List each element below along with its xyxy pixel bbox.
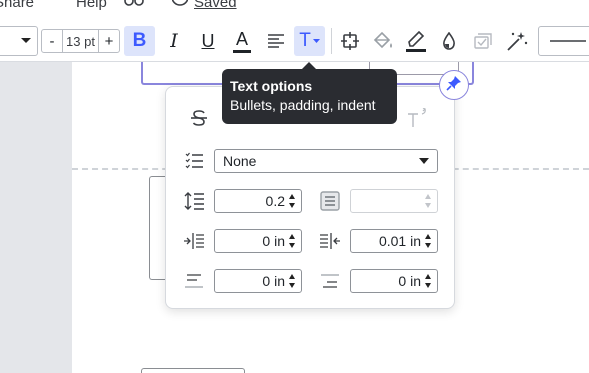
- font-color-label: A: [235, 28, 248, 49]
- increase-font-size-button[interactable]: +: [99, 30, 119, 52]
- line-spacing-icon: [181, 190, 207, 212]
- pin-panel-button[interactable]: [439, 70, 469, 100]
- tooltip-title: Text options: [230, 78, 313, 94]
- style-stack-icon[interactable]: [469, 26, 497, 56]
- paragraph-spacing-stepper[interactable]: [425, 194, 432, 208]
- space-after-icon: [317, 270, 343, 292]
- chevron-down-icon: [419, 158, 429, 164]
- binoculars-icon[interactable]: [124, 0, 144, 12]
- menu-help[interactable]: Help: [76, 0, 107, 11]
- space-before-value: 0 in: [262, 273, 285, 289]
- font-family-select[interactable]: [0, 26, 38, 56]
- indent-right-icon: [317, 230, 343, 252]
- formatting-toolbar: - 13 pt + B I U A T: [0, 20, 589, 62]
- line-style-select[interactable]: [538, 26, 589, 56]
- crop-position-icon[interactable]: [336, 26, 364, 56]
- text-direction-icon[interactable]: [404, 107, 430, 129]
- space-after-stepper[interactable]: [425, 274, 432, 288]
- space-after-input[interactable]: 0 in: [350, 269, 438, 293]
- indent-left-icon: [181, 230, 207, 252]
- space-before-input[interactable]: 0 in: [214, 269, 302, 293]
- bold-button[interactable]: B: [124, 26, 155, 56]
- text-options-button[interactable]: T: [294, 26, 325, 56]
- line-spacing-input[interactable]: 0.2: [214, 189, 302, 213]
- decrease-font-size-button[interactable]: -: [42, 30, 62, 52]
- opacity-icon[interactable]: [436, 26, 462, 56]
- underline-button[interactable]: U: [194, 26, 222, 56]
- font-size-stepper[interactable]: - 13 pt +: [41, 29, 120, 53]
- text-options-label: T: [299, 30, 311, 51]
- paragraph-spacing-input[interactable]: [350, 189, 438, 213]
- saved-status[interactable]: Saved: [171, 0, 237, 11]
- right-indent-value: 0.01 in: [378, 233, 421, 249]
- menu-bar: Share Help Saved: [0, 0, 589, 20]
- pin-icon: [446, 75, 462, 96]
- bullet-style-value: None: [223, 153, 257, 169]
- italic-button[interactable]: I: [160, 26, 188, 56]
- font-color-button[interactable]: A: [228, 26, 256, 56]
- right-indent-stepper[interactable]: [425, 234, 432, 248]
- line-color-icon[interactable]: [402, 26, 430, 56]
- bullet-style-select[interactable]: None: [214, 149, 438, 173]
- left-indent-input[interactable]: 0 in: [214, 229, 302, 253]
- align-icon[interactable]: [262, 26, 290, 56]
- clock-icon: [171, 0, 189, 11]
- space-after-value: 0 in: [398, 273, 421, 289]
- line-spacing-stepper[interactable]: [289, 194, 296, 208]
- line-spacing-value: 0.2: [265, 193, 285, 209]
- font-size-value[interactable]: 13 pt: [62, 30, 99, 52]
- shape-box-bottom[interactable]: [141, 368, 245, 373]
- saved-label: Saved: [194, 0, 237, 11]
- magic-wand-icon[interactable]: [503, 26, 531, 56]
- paragraph-spacing-icon: [317, 190, 343, 212]
- left-indent-stepper[interactable]: [289, 234, 296, 248]
- fill-color-icon[interactable]: [369, 26, 397, 56]
- left-indent-value: 0 in: [262, 233, 285, 249]
- line-color-swatch: [406, 48, 426, 52]
- menu-share[interactable]: Share: [0, 0, 34, 11]
- font-color-swatch: [233, 49, 251, 53]
- toolbar-divider: [331, 28, 332, 54]
- text-options-tooltip: Text options Bullets, padding, indent: [222, 62, 397, 124]
- canvas-gutter: [0, 62, 72, 373]
- space-before-icon: [181, 270, 207, 292]
- bullet-list-icon: [181, 150, 207, 172]
- strikethrough-icon[interactable]: [186, 107, 212, 129]
- app-root: Share Help Saved - 13 pt + B I U A: [0, 0, 589, 373]
- space-before-stepper[interactable]: [289, 274, 296, 288]
- right-indent-input[interactable]: 0.01 in: [350, 229, 438, 253]
- tooltip-subtitle: Bullets, padding, indent: [230, 97, 376, 113]
